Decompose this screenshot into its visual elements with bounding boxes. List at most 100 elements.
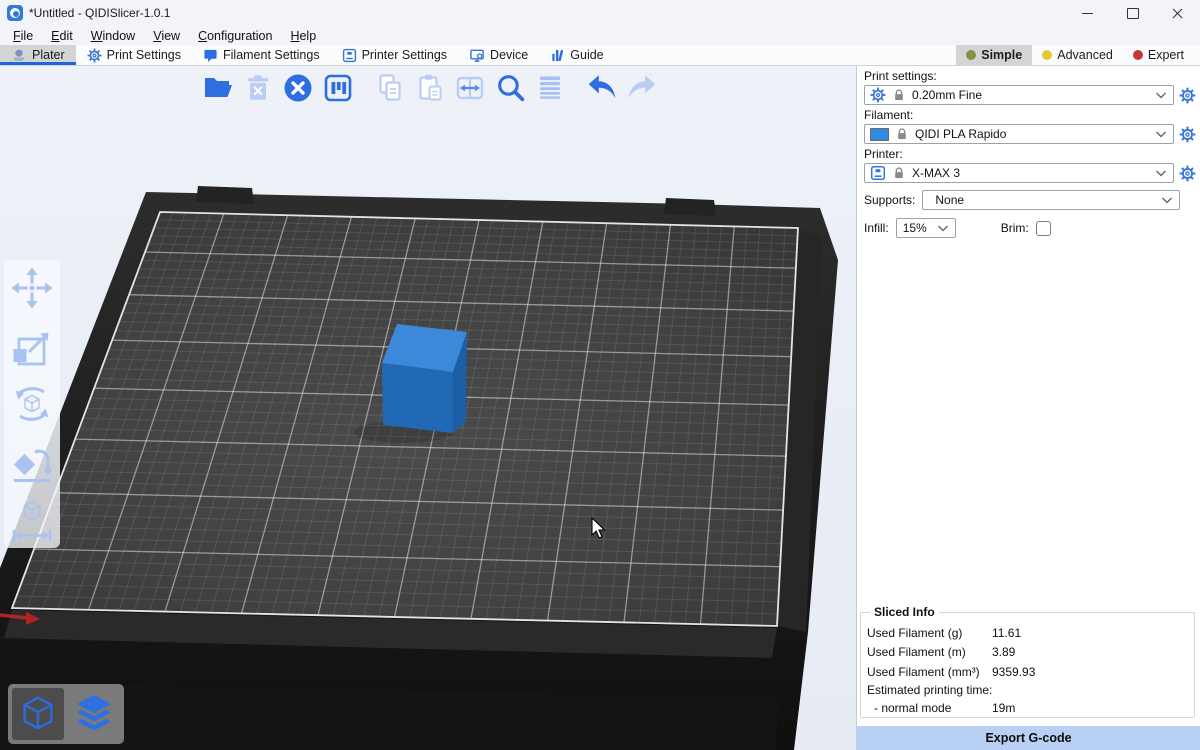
variable-layer-height-button[interactable] xyxy=(532,70,568,106)
maximize-button[interactable] xyxy=(1110,0,1155,26)
tab-device[interactable]: Device xyxy=(458,45,539,65)
place-on-face-tool-button[interactable] xyxy=(8,438,56,486)
bed-clip-right xyxy=(664,198,716,216)
place-on-face-icon xyxy=(10,440,54,484)
sliced-info-row: Used Filament (m) 3.89 xyxy=(867,643,1188,663)
minimize-icon xyxy=(1082,13,1093,14)
search-icon xyxy=(494,72,527,105)
infill-combo[interactable]: 15% xyxy=(896,218,956,238)
tab-filament-settings[interactable]: Filament Settings xyxy=(192,45,331,65)
tab-printer-settings[interactable]: Printer Settings xyxy=(331,45,458,65)
menu-file[interactable]: File xyxy=(4,28,42,44)
printer-icon xyxy=(342,48,357,63)
redo-icon xyxy=(625,71,659,105)
edit-filament-button[interactable] xyxy=(1178,125,1197,144)
gear-icon xyxy=(1179,126,1196,143)
close-button[interactable] xyxy=(1155,0,1200,26)
menu-configuration[interactable]: Configuration xyxy=(189,28,281,44)
mode-expert[interactable]: Expert xyxy=(1123,45,1194,65)
delete-trash-icon xyxy=(243,73,273,103)
split-objects-button[interactable] xyxy=(452,70,488,106)
copy-icon xyxy=(374,72,406,104)
print-settings-value: 0.20mm Fine xyxy=(912,88,1149,102)
device-monitor-icon xyxy=(469,48,485,63)
edit-print-settings-button[interactable] xyxy=(1178,86,1197,105)
view-mode-toggles xyxy=(8,684,124,744)
supports-value: None xyxy=(935,193,1155,207)
sliced-info-box: Sliced Info Used Filament (g) 11.61 Used… xyxy=(860,612,1195,718)
object-manipulation-toolbar xyxy=(4,260,60,548)
maximize-icon xyxy=(1127,8,1139,19)
filament-label: Filament: xyxy=(864,108,1200,122)
search-button[interactable] xyxy=(492,70,528,106)
sliced-info-row: Used Filament (g) 11.61 xyxy=(867,623,1188,643)
print-settings-gear-icon xyxy=(87,48,102,63)
tab-print-settings[interactable]: Print Settings xyxy=(76,45,192,65)
delete-all-button[interactable] xyxy=(280,70,316,106)
app-window: *Untitled - QIDISlicer-1.0.1 File Edit W… xyxy=(0,0,1200,750)
filament-value: QIDI PLA Rapido xyxy=(915,127,1149,141)
mode-simple[interactable]: Simple xyxy=(956,45,1032,65)
open-folder-icon xyxy=(202,72,234,104)
plater-toolbar xyxy=(200,70,660,106)
layers-preview-icon xyxy=(72,692,116,736)
undo-button[interactable] xyxy=(584,70,620,106)
app-logo-icon xyxy=(7,5,23,21)
lock-icon xyxy=(895,127,909,141)
rotate-icon xyxy=(10,382,54,426)
edit-printer-button[interactable] xyxy=(1178,164,1197,183)
profile-gear-icon xyxy=(870,87,886,103)
undo-icon xyxy=(585,71,619,105)
copy-button[interactable] xyxy=(372,70,408,106)
supports-combo[interactable]: None xyxy=(922,190,1180,210)
paste-button[interactable] xyxy=(412,70,448,106)
rotate-tool-button[interactable] xyxy=(8,380,56,428)
tab-plater[interactable]: Plater xyxy=(0,45,76,65)
simple-mode-dot-icon xyxy=(966,50,976,60)
move-tool-button[interactable] xyxy=(8,264,56,312)
chevron-down-icon xyxy=(1161,196,1173,204)
plater-icon xyxy=(11,47,27,63)
open-button[interactable] xyxy=(200,70,236,106)
advanced-mode-dot-icon xyxy=(1042,50,1052,60)
menu-edit[interactable]: Edit xyxy=(42,28,82,44)
menu-bar: File Edit Window View Configuration Help xyxy=(0,26,1200,45)
tab-guide[interactable]: Guide xyxy=(539,45,614,65)
printer-value: X-MAX 3 xyxy=(912,166,1149,180)
chevron-down-icon xyxy=(1155,91,1167,99)
title-bar: *Untitled - QIDISlicer-1.0.1 xyxy=(0,0,1200,26)
filament-color-swatch xyxy=(870,128,889,141)
minimize-button[interactable] xyxy=(1065,0,1110,26)
delete-button[interactable] xyxy=(240,70,276,106)
expert-mode-dot-icon xyxy=(1133,50,1143,60)
tab-bar: Plater Print Settings Filament Settings … xyxy=(0,45,1200,66)
print-settings-combo[interactable]: 0.20mm Fine xyxy=(864,85,1174,105)
menu-view[interactable]: View xyxy=(144,28,189,44)
arrange-button[interactable] xyxy=(320,70,356,106)
scale-tool-button[interactable] xyxy=(8,322,56,370)
brim-checkbox[interactable] xyxy=(1036,221,1051,236)
gear-icon xyxy=(1179,87,1196,104)
model-cube[interactable] xyxy=(382,324,467,433)
move-icon xyxy=(10,266,54,310)
printer-icon xyxy=(870,165,886,181)
paste-icon xyxy=(414,72,446,104)
filament-combo[interactable]: QIDI PLA Rapido xyxy=(864,124,1174,144)
sliced-info-title: Sliced Info xyxy=(870,605,939,619)
cube-3d-view-icon xyxy=(17,693,59,735)
redo-button[interactable] xyxy=(624,70,660,106)
close-icon xyxy=(1171,7,1184,20)
editor-3d-view-button[interactable] xyxy=(12,688,64,740)
menu-window[interactable]: Window xyxy=(82,28,144,44)
window-title: *Untitled - QIDISlicer-1.0.1 xyxy=(29,6,170,20)
sliced-info-row: - normal mode 19m xyxy=(867,699,1188,719)
scene-canvas[interactable] xyxy=(0,66,856,750)
chevron-down-icon xyxy=(1155,169,1167,177)
measure-tool-button[interactable] xyxy=(8,496,56,544)
menu-help[interactable]: Help xyxy=(281,28,325,44)
printer-combo[interactable]: X-MAX 3 xyxy=(864,163,1174,183)
mode-advanced[interactable]: Advanced xyxy=(1032,45,1123,65)
viewport-3d[interactable] xyxy=(0,66,856,750)
export-gcode-button[interactable]: Export G-code xyxy=(857,726,1200,750)
preview-layers-view-button[interactable] xyxy=(68,688,120,740)
